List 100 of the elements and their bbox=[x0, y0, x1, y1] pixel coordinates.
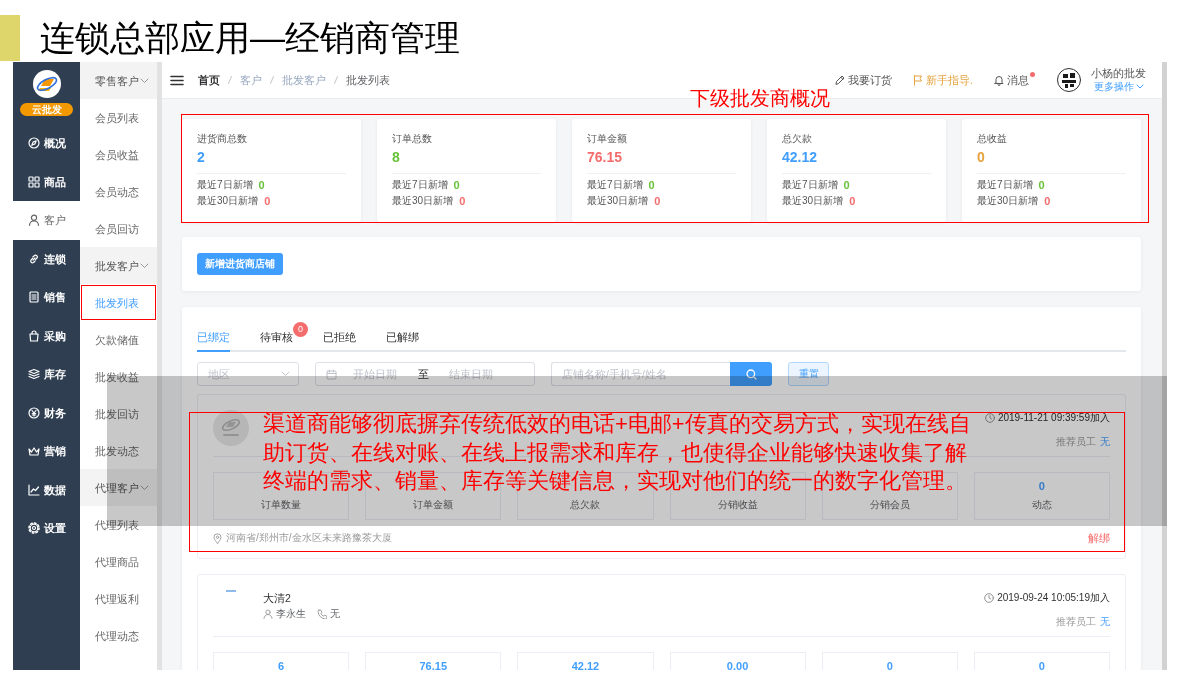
bag-icon bbox=[27, 329, 40, 342]
recent-label: 最近7日新增 bbox=[587, 178, 643, 192]
callout-text: 渠道商能够彻底摒弃传统低效的电话+电邮+传真的交易方式，实现在线自助订货、在线对账、在线上报需求和库存，也使得企业能够快速收集了解终端的需求、销量、库存等关键信息，实现对他们的统一的数字化管理。 bbox=[263, 410, 972, 495]
submenu-item[interactable]: 会员回访 bbox=[80, 210, 157, 247]
recent-label: 最近7日新增 bbox=[392, 178, 448, 192]
nav-item[interactable]: 客户 bbox=[13, 201, 80, 240]
logo-icon bbox=[32, 70, 61, 98]
nav-item[interactable]: 销售 bbox=[13, 278, 80, 317]
gear-icon bbox=[27, 522, 40, 535]
referrer-label: 推荐员工 bbox=[1056, 615, 1096, 629]
tile-value: 0 bbox=[1037, 659, 1046, 670]
recent-label: 最近30日新增 bbox=[977, 194, 1039, 208]
scrollbar[interactable] bbox=[1162, 62, 1167, 670]
nav-item[interactable]: 设置 bbox=[13, 509, 80, 548]
yen-icon bbox=[27, 406, 40, 419]
contact-name: 李永生 bbox=[276, 607, 306, 621]
phone-icon bbox=[317, 609, 327, 619]
count-badge: 0 bbox=[293, 322, 308, 337]
stat-label: 订单总数 bbox=[392, 132, 433, 146]
tile-label: 订单金额 bbox=[412, 498, 455, 512]
recent-count: 0 bbox=[453, 178, 460, 193]
tile-value: 6 bbox=[277, 659, 286, 670]
annotation-caption: 下级批发商概况 bbox=[690, 87, 830, 109]
recent-label: 最近30日新增 bbox=[197, 194, 259, 208]
breadcrumb-link[interactable]: 首页 bbox=[198, 72, 220, 88]
submenu-item[interactable]: 欠款储值 bbox=[80, 321, 157, 358]
tile-value: 42.12 bbox=[570, 659, 601, 670]
submenu-item[interactable]: 会员列表 bbox=[80, 99, 157, 136]
breadcrumb-current: 批发列表 bbox=[346, 73, 390, 88]
recent-count: 0 bbox=[264, 194, 271, 209]
recent-count: 0 bbox=[258, 178, 265, 193]
stat-value: 76.15 bbox=[587, 149, 624, 165]
header-link[interactable]: 我要订货 bbox=[834, 72, 893, 88]
stat-label: 总欠款 bbox=[782, 132, 813, 146]
stat-value: 8 bbox=[392, 149, 401, 165]
stat-label: 总收益 bbox=[977, 132, 1008, 146]
tab[interactable]: 已拒绝 bbox=[323, 325, 356, 352]
submenu-item[interactable]: 会员收益 bbox=[80, 136, 157, 173]
menu-group-header[interactable]: 批发客户 bbox=[80, 247, 157, 284]
menu-group-header[interactable]: 零售客户 bbox=[80, 62, 157, 99]
calendar-icon bbox=[326, 368, 337, 380]
tile-label: 动态 bbox=[1030, 498, 1053, 512]
document-icon bbox=[27, 291, 40, 304]
search-button[interactable] bbox=[730, 362, 772, 386]
date-separator: 至 bbox=[416, 367, 430, 382]
brand-badge: 云批发 bbox=[20, 103, 73, 116]
nav-item[interactable]: 营销 bbox=[13, 432, 80, 471]
logo-icon bbox=[213, 410, 249, 446]
recent-count: 0 bbox=[648, 178, 655, 193]
submenu-item[interactable]: 代理返利 bbox=[80, 580, 157, 617]
slide-title: 连锁总部应用—经销商管理 bbox=[40, 17, 460, 59]
nav-item[interactable]: 采购 bbox=[13, 316, 80, 355]
pin-icon bbox=[213, 532, 222, 544]
tile-value: 0.00 bbox=[725, 659, 750, 670]
submenu-item[interactable]: 会员动态 bbox=[80, 173, 157, 210]
menu-group-header[interactable]: 代理客户 bbox=[80, 469, 157, 506]
tab[interactable]: 已解绑 bbox=[386, 325, 419, 352]
recent-count: 0 bbox=[843, 178, 850, 193]
recent-label: 最近7日新增 bbox=[782, 178, 838, 192]
nav-item[interactable]: 库存 bbox=[13, 355, 80, 394]
layers-icon bbox=[27, 368, 40, 381]
nav-item[interactable]: 财务 bbox=[13, 393, 80, 432]
submenu-item[interactable]: 批发收益 bbox=[80, 358, 157, 395]
tile-value: 0 bbox=[885, 659, 894, 670]
submenu-item[interactable]: 代理动态 bbox=[80, 617, 157, 654]
stat-label: 订单金额 bbox=[587, 132, 628, 146]
nav-item[interactable]: 数据 bbox=[13, 470, 80, 509]
recent-label: 最近30日新增 bbox=[392, 194, 454, 208]
bell-icon bbox=[993, 74, 1005, 86]
recent-count: 0 bbox=[849, 194, 856, 209]
crown-icon bbox=[27, 445, 40, 458]
tile-label: 订单数量 bbox=[260, 498, 303, 512]
person-icon bbox=[27, 214, 40, 227]
nav-item[interactable]: 连锁 bbox=[13, 239, 80, 278]
stat-value: 42.12 bbox=[782, 149, 819, 165]
clock-icon bbox=[984, 593, 995, 603]
tile-value: 0 bbox=[1037, 479, 1046, 493]
search-icon bbox=[745, 368, 757, 380]
recent-count: 0 bbox=[1038, 178, 1045, 193]
submenu-item[interactable]: 批发动态 bbox=[80, 432, 157, 469]
submenu-item[interactable]: 代理商品 bbox=[80, 543, 157, 580]
tab[interactable]: 待审核 bbox=[260, 325, 293, 352]
pencil-icon bbox=[834, 74, 847, 86]
clock-icon bbox=[984, 413, 995, 423]
tile-label: 分销会员 bbox=[868, 498, 911, 512]
tile-value: 76.15 bbox=[418, 659, 448, 670]
flag-icon bbox=[912, 74, 925, 86]
nav-item[interactable]: 商品 bbox=[13, 162, 80, 201]
submenu-item[interactable]: 代理列表 bbox=[80, 506, 157, 543]
tile-label: 分销收益 bbox=[716, 498, 759, 512]
recent-label: 最近30日新增 bbox=[782, 194, 844, 208]
referrer-value: 无 bbox=[1100, 615, 1110, 629]
user-name: 小杨的批发 bbox=[1091, 67, 1146, 80]
header-link[interactable]: 消息 bbox=[993, 72, 1029, 88]
nav-item[interactable]: 概况 bbox=[13, 124, 80, 163]
contact-phone: 无 bbox=[330, 607, 340, 621]
submenu-item[interactable]: 批发回访 bbox=[80, 395, 157, 432]
recent-count: 0 bbox=[654, 194, 661, 209]
menu-icon[interactable] bbox=[170, 74, 184, 86]
recent-count: 0 bbox=[1044, 194, 1051, 209]
